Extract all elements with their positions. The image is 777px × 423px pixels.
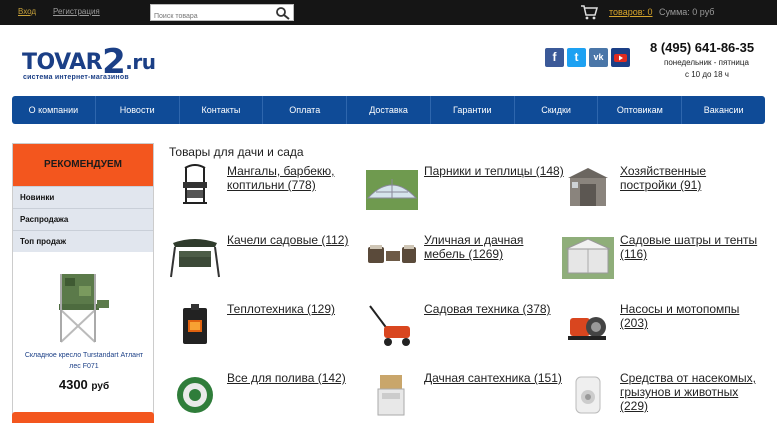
tent-icon bbox=[562, 237, 614, 279]
cart-icon[interactable] bbox=[580, 4, 598, 20]
category-item[interactable]: Садовая техника (378) bbox=[366, 302, 566, 362]
sidebar-item-top[interactable]: Топ продаж bbox=[13, 230, 153, 252]
category-item[interactable]: Хозяйственные постройки (91) bbox=[562, 164, 762, 224]
work-hours: с 10 до 18 ч bbox=[685, 70, 729, 79]
garden-furniture-icon bbox=[368, 245, 416, 263]
stove-icon bbox=[183, 304, 207, 344]
nav-item-wholesale[interactable]: Оптовикам bbox=[598, 96, 683, 124]
nav-item-vacancies[interactable]: Вакансии bbox=[682, 96, 765, 124]
cart-goods-link[interactable]: товаров: 0 bbox=[609, 7, 653, 17]
category-link[interactable]: Парники и теплицы (148) bbox=[424, 164, 564, 178]
category-item[interactable]: Парники и теплицы (148) bbox=[366, 164, 566, 224]
sidebar-item-new[interactable]: Новинки bbox=[13, 186, 153, 208]
search-box bbox=[150, 4, 294, 24]
work-days: понедельник - пятница bbox=[664, 58, 749, 67]
page-title: Товары для дачи и сада bbox=[169, 145, 304, 159]
pump-icon bbox=[568, 317, 606, 340]
sidebar-item-sale[interactable]: Распродажа bbox=[13, 208, 153, 230]
category-item[interactable]: Садовые шатры и тенты (116) bbox=[562, 233, 762, 293]
logo-wordmark: TOVAR2.ru bbox=[22, 42, 156, 82]
category-link[interactable]: Качели садовые (112) bbox=[227, 233, 367, 247]
nav-item-news[interactable]: Новости bbox=[96, 96, 180, 124]
washbasin-icon bbox=[377, 375, 405, 416]
shed-icon bbox=[568, 168, 608, 206]
search-input[interactable] bbox=[151, 9, 275, 24]
main-nav: О компании Новости Контакты Оплата Доста… bbox=[12, 96, 765, 124]
category-item[interactable]: Все для полива (142) bbox=[169, 371, 369, 423]
category-link[interactable]: Средства от насекомых, грызунов и животн… bbox=[620, 371, 760, 413]
category-link[interactable]: Садовая техника (378) bbox=[424, 302, 564, 316]
phone-number: 8 (495) 641-86-35 bbox=[650, 40, 755, 55]
top-bar: Вход Регистрация товаров: 0 Сумма: 0 руб bbox=[0, 0, 777, 25]
category-link[interactable]: Мангалы, барбекю, коптильни (778) bbox=[227, 164, 367, 192]
category-link[interactable]: Насосы и мотопомпы (203) bbox=[620, 302, 760, 330]
folding-chair-image[interactable] bbox=[51, 266, 113, 346]
sidebar-bottom-bar bbox=[12, 412, 154, 423]
login-link[interactable]: Вход bbox=[18, 7, 36, 16]
hose-reel-icon bbox=[177, 377, 213, 413]
category-item[interactable]: Мангалы, барбекю, коптильни (778) bbox=[169, 164, 369, 224]
repeller-icon bbox=[575, 376, 601, 414]
category-link[interactable]: Хозяйственные постройки (91) bbox=[620, 164, 760, 192]
category-link[interactable]: Садовые шатры и тенты (116) bbox=[620, 233, 760, 261]
category-link[interactable]: Уличная и дачная мебель (1269) bbox=[424, 233, 564, 261]
sidebar: РЕКОМЕНДУЕМ Новинки Распродажа Топ прода… bbox=[12, 143, 154, 423]
category-item[interactable]: Качели садовые (112) bbox=[169, 233, 369, 293]
category-link[interactable]: Дачная сантехника (151) bbox=[424, 371, 564, 385]
category-link[interactable]: Все для полива (142) bbox=[227, 371, 367, 385]
category-item[interactable]: Уличная и дачная мебель (1269) bbox=[366, 233, 566, 293]
search-icon[interactable] bbox=[275, 6, 291, 20]
category-item[interactable]: Средства от насекомых, грызунов и животн… bbox=[562, 371, 762, 423]
product-price: 4300 руб bbox=[58, 377, 110, 392]
grill-icon bbox=[183, 164, 207, 204]
nav-item-warranty[interactable]: Гарантии bbox=[431, 96, 515, 124]
product-name-link[interactable]: Складное кресло Turstandart Атлант лес F… bbox=[19, 350, 149, 372]
category-link[interactable]: Теплотехника (129) bbox=[227, 302, 367, 316]
nav-item-about[interactable]: О компании bbox=[12, 96, 96, 124]
nav-item-delivery[interactable]: Доставка bbox=[347, 96, 431, 124]
recommend-header: РЕКОМЕНДУЕМ bbox=[13, 144, 153, 186]
category-item[interactable]: Теплотехника (129) bbox=[169, 302, 369, 362]
facebook-icon[interactable]: f bbox=[545, 48, 564, 67]
swing-icon bbox=[170, 239, 220, 278]
nav-item-payment[interactable]: Оплата bbox=[263, 96, 348, 124]
category-item[interactable]: Насосы и мотопомпы (203) bbox=[562, 302, 762, 362]
youtube-icon[interactable] bbox=[611, 48, 630, 67]
nav-item-contacts[interactable]: Контакты bbox=[180, 96, 264, 124]
twitter-icon[interactable]: t bbox=[567, 48, 586, 67]
category-item[interactable]: Дачная сантехника (151) bbox=[366, 371, 566, 423]
cart-sum: Сумма: 0 руб bbox=[659, 7, 715, 17]
logo-subtitle: система интернет-магазинов bbox=[23, 74, 129, 81]
site-logo[interactable]: TOVAR2.ru система интернет-магазинов bbox=[22, 38, 156, 84]
greenhouse-icon bbox=[366, 170, 418, 210]
nav-item-discounts[interactable]: Скидки bbox=[515, 96, 599, 124]
vk-icon[interactable]: vk bbox=[589, 48, 608, 67]
register-link[interactable]: Регистрация bbox=[53, 7, 100, 16]
lawnmower-icon bbox=[369, 305, 410, 346]
